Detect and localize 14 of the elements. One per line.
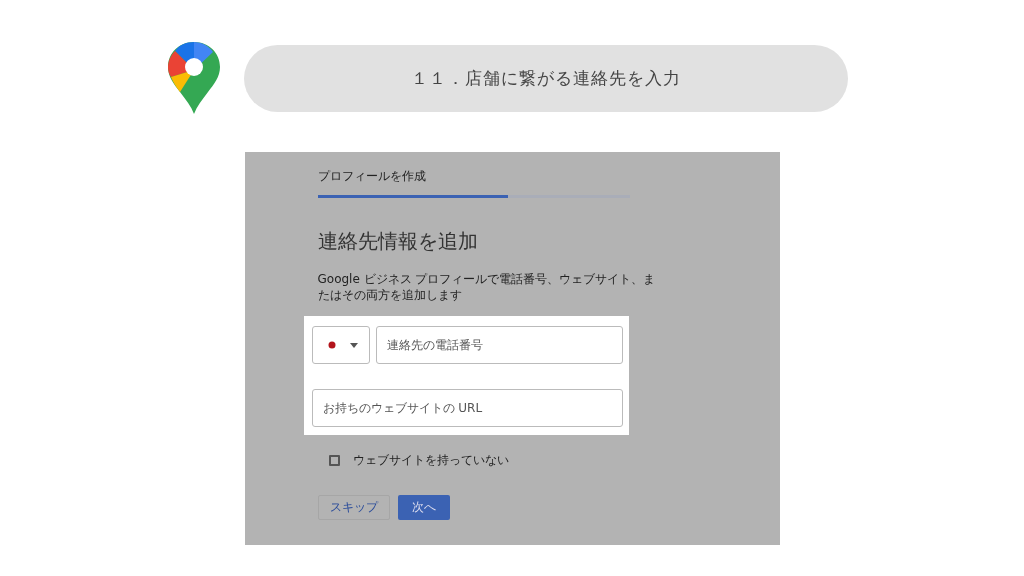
flag-icon — [327, 341, 336, 349]
description: Google ビジネス プロフィールで電話番号、ウェブサイト、またはその両方を追加します — [317, 271, 657, 303]
step-label: プロフィールを作成 — [317, 168, 427, 185]
checkbox[interactable] — [328, 455, 340, 466]
map-pin-icon — [166, 40, 222, 116]
phone-field[interactable]: 連絡先の電話番号 — [375, 326, 623, 364]
step-title: １１．店舗に繋がる連絡先を入力 — [411, 66, 681, 90]
caret-icon — [349, 342, 358, 348]
page-heading: 連絡先情報を追加 — [317, 228, 479, 255]
skip-button[interactable]: スキップ — [317, 495, 390, 520]
checkbox-label: ウェブサイトを持っていない — [352, 452, 509, 469]
website-field[interactable]: お持ちのウェブサイトの URL — [311, 389, 623, 427]
country-select[interactable] — [311, 326, 370, 364]
next-button[interactable]: 次へ — [397, 495, 450, 520]
